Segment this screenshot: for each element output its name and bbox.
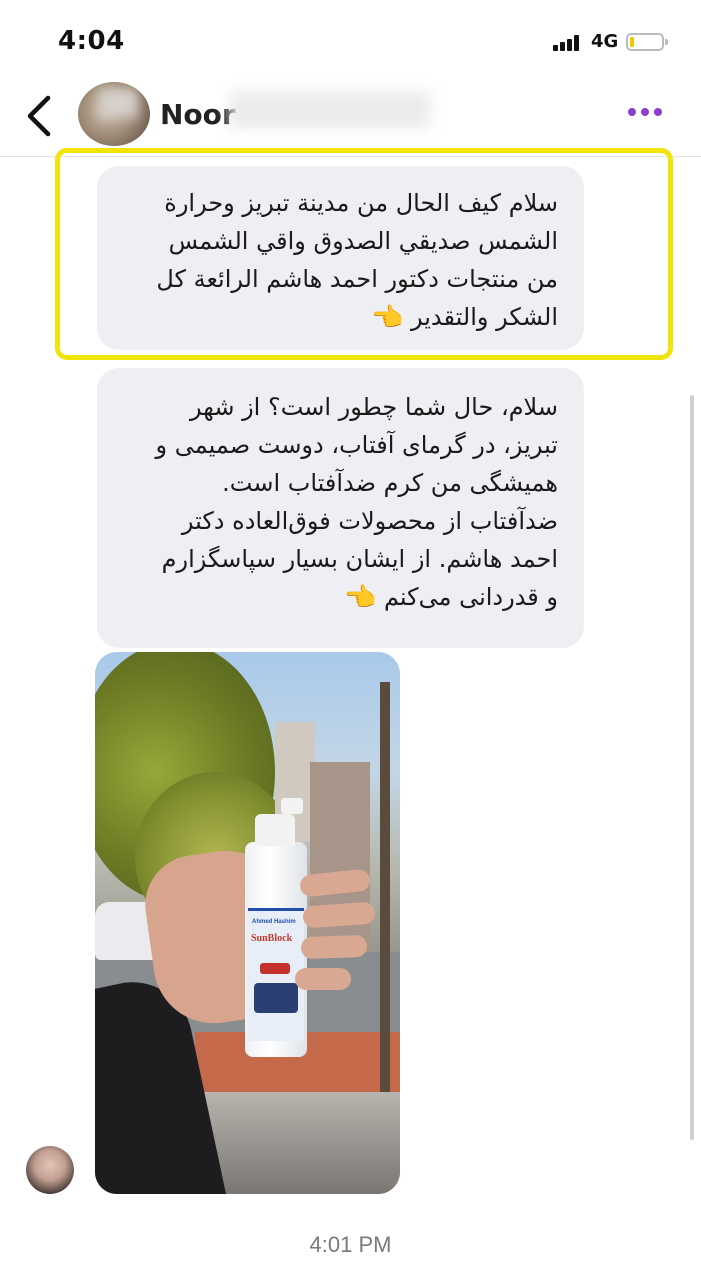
message-text: سلام، حال شما چطور است؟ از شهر تبريز، در…: [119, 388, 558, 616]
signal-icon: [553, 34, 585, 51]
sunblock-bottle-image: Ahmed Hashim SunBlock: [245, 798, 307, 1057]
sender-avatar[interactable]: [26, 1146, 74, 1194]
highlight-box: [55, 148, 673, 360]
product-brand: Ahmed Hashim: [252, 919, 296, 925]
message-timestamp: 4:01 PM: [309, 1232, 392, 1257]
back-arrow-icon[interactable]: [22, 94, 62, 138]
photo-message[interactable]: Ahmed Hashim SunBlock: [95, 652, 400, 1194]
more-options-icon[interactable]: [628, 108, 664, 120]
contact-avatar[interactable]: [78, 82, 150, 146]
redacted-name-blur: [230, 92, 430, 128]
battery-icon: [626, 33, 668, 51]
pointing-hand-emoji: 👈: [343, 583, 377, 613]
status-time: 4:04: [58, 26, 125, 56]
contact-name[interactable]: Noor: [160, 98, 236, 131]
message-text-content: سلام، حال شما چطور است؟ از شهر تبريز، در…: [155, 393, 558, 611]
scrollbar[interactable]: [690, 395, 694, 1140]
message-bubble-persian[interactable]: سلام، حال شما چطور است؟ از شهر تبريز، در…: [97, 368, 584, 648]
product-name: SunBlock: [251, 933, 293, 944]
network-type: 4G: [591, 31, 619, 52]
chat-header: Noor: [0, 80, 701, 157]
